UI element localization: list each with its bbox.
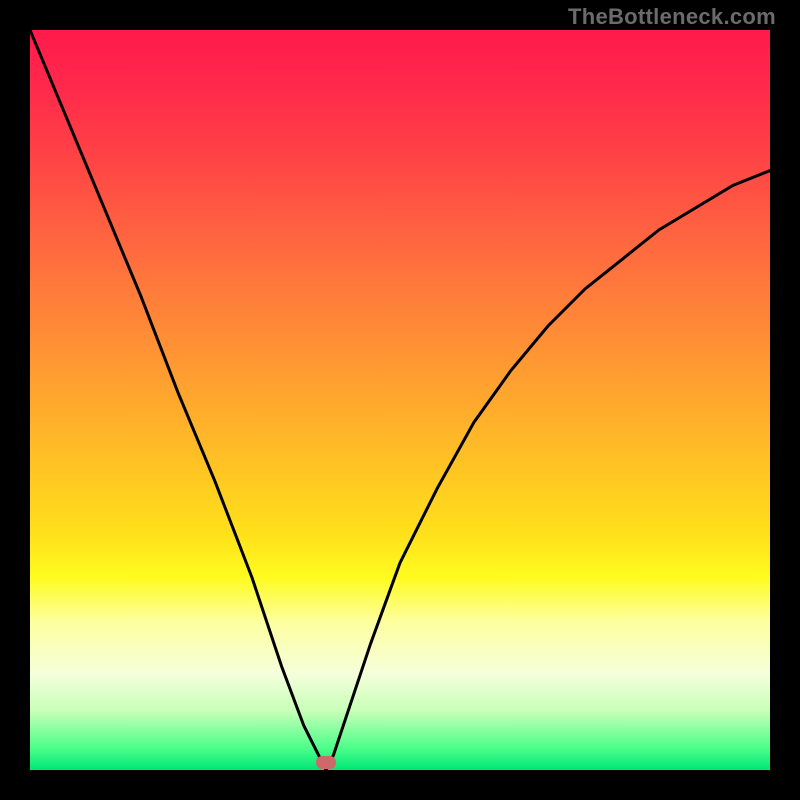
curve-path xyxy=(30,30,770,770)
chart-frame: TheBottleneck.com xyxy=(0,0,800,800)
optimum-marker xyxy=(316,756,336,769)
plot-area xyxy=(30,30,770,770)
bottleneck-curve xyxy=(30,30,770,770)
attribution-label: TheBottleneck.com xyxy=(568,4,776,30)
